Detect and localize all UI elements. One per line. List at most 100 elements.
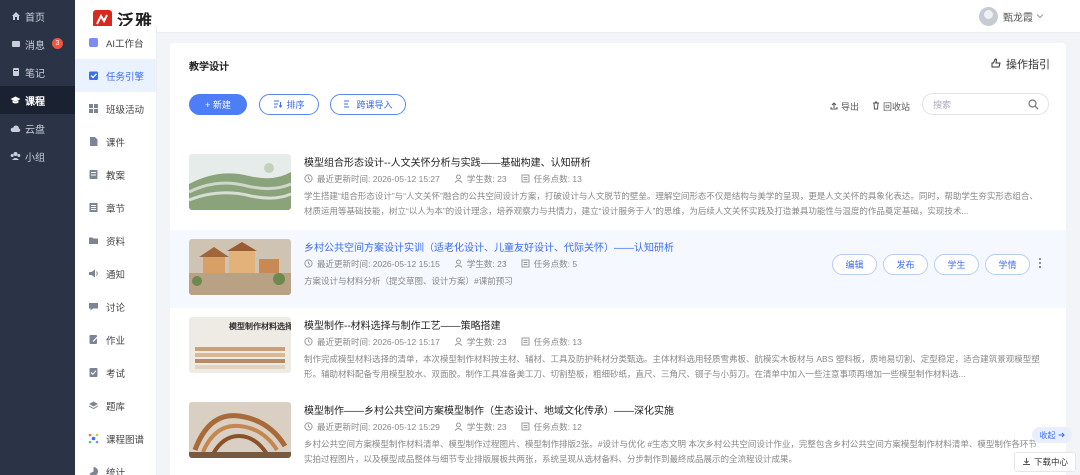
submenu-item-label: 统计 bbox=[106, 467, 126, 475]
submenu-item-task-engine[interactable]: 任务引擎 bbox=[75, 59, 156, 92]
chapter-icon bbox=[88, 202, 99, 213]
publish-button[interactable]: 发布 bbox=[883, 254, 928, 275]
nav-item-messages[interactable]: 消息 3 bbox=[0, 30, 75, 58]
import-label: 跨课导入 bbox=[356, 100, 393, 110]
graph-icon bbox=[88, 433, 99, 444]
ai-icon bbox=[88, 37, 99, 48]
search-icon bbox=[1028, 99, 1039, 112]
students-label: 学生数: bbox=[466, 337, 495, 347]
nav-item-label: 笔记 bbox=[25, 68, 45, 80]
course-row[interactable]: 模型制作材料选择 模型制作--材料选择与制作工艺——策略搭建 最近更新时间: 2… bbox=[170, 308, 1066, 386]
tasks-label: 任务点数: bbox=[533, 337, 570, 347]
updated-time: 2026-05-12 15:15 bbox=[372, 259, 440, 269]
students-label: 学生数: bbox=[466, 174, 495, 184]
search-placeholder: 搜索 bbox=[933, 99, 952, 110]
submenu-item-class-activity[interactable]: 班级活动 bbox=[75, 92, 156, 125]
user-menu[interactable]: 甄龙霞 bbox=[979, 7, 1044, 26]
trash-icon bbox=[872, 101, 880, 112]
submenu-item-question-bank[interactable]: 题库 bbox=[75, 389, 156, 422]
learning-status-button[interactable]: 学情 bbox=[985, 254, 1030, 275]
download-center-button[interactable]: 下载中心 bbox=[1014, 452, 1076, 472]
collapse-button[interactable]: 收起 bbox=[1032, 427, 1072, 443]
updated-time: 2026-05-12 15:27 bbox=[372, 174, 440, 184]
student-count: 23 bbox=[497, 422, 507, 432]
submenu-item-ai-workbench[interactable]: AI工作台 bbox=[75, 26, 156, 59]
course-thumbnail bbox=[189, 402, 291, 458]
course-row[interactable]: 模型组合形态设计--人文关怀分析与实践——基础构建、认知研析 最近更新时间: 2… bbox=[170, 145, 1066, 223]
submenu-item-statistics[interactable]: 统计 bbox=[75, 455, 156, 475]
course-title[interactable]: 乡村公共空间方案设计实训（适老化设计、儿童友好设计、代际关怀）——认知研析 bbox=[304, 239, 674, 254]
submenu-item-label: 班级活动 bbox=[106, 104, 145, 116]
submenu-item-homework[interactable]: 作业 bbox=[75, 323, 156, 356]
new-button[interactable]: + 新建 bbox=[189, 94, 247, 115]
course-submenu: AI工作台 任务引擎 班级活动 课件 教案 章节 资料 通知 讨论 作业 考试 bbox=[75, 26, 157, 475]
sort-icon bbox=[273, 100, 283, 110]
course-meta: 最近更新时间: 2026-05-12 15:27 学生数: 23 任务点数: 1… bbox=[304, 173, 596, 185]
chevron-down-icon bbox=[1036, 11, 1044, 22]
submenu-item-label: 通知 bbox=[106, 269, 126, 281]
task-icon bbox=[88, 70, 99, 81]
students-label: 学生数: bbox=[466, 259, 495, 269]
page-title: 教学设计 bbox=[189, 62, 229, 73]
recycle-label: 回收站 bbox=[883, 102, 911, 112]
course-description: 乡村公共空间方案模型制作材料清单、模型制作过程图片、模型制作排版2张。#设计与优… bbox=[304, 439, 1037, 464]
user-icon bbox=[454, 337, 463, 348]
submenu-item-courseware[interactable]: 课件 bbox=[75, 125, 156, 158]
download-label: 下载中心 bbox=[1033, 457, 1068, 467]
nav-item-group[interactable]: 小组 bbox=[0, 142, 75, 170]
course-thumbnail bbox=[189, 239, 291, 295]
course-description: 制作完成模型材料选择的清单，本次模型制作材料按主材、辅材、工具及防护耗材分类甄选… bbox=[304, 354, 1040, 379]
nav-item-label: 首页 bbox=[25, 12, 45, 24]
task-list-icon bbox=[521, 337, 530, 348]
collapse-label: 收起 bbox=[1039, 430, 1056, 440]
group-icon bbox=[10, 151, 21, 162]
submenu-item-label: 课程图谱 bbox=[106, 434, 145, 446]
course-title[interactable]: 模型制作——乡村公共空间方案模型制作（生态设计、地域文化传承）——深化实施 bbox=[304, 402, 674, 417]
nav-item-label: 云盘 bbox=[25, 124, 45, 136]
course-description: 方案设计与材料分析（提交草图、设计方案）#课前预习 bbox=[304, 276, 513, 286]
operation-guide-button[interactable]: 操作指引 bbox=[990, 56, 1050, 72]
recycle-bin-button[interactable]: 回收站 bbox=[872, 100, 910, 113]
search-input[interactable]: 搜索 bbox=[922, 93, 1049, 115]
cloud-icon bbox=[10, 123, 21, 134]
row-actions: 编辑 发布 学生 学情 bbox=[832, 254, 1042, 275]
submenu-item-discussion[interactable]: 讨论 bbox=[75, 290, 156, 323]
sort-button[interactable]: 排序 bbox=[259, 94, 319, 115]
students-button[interactable]: 学生 bbox=[934, 254, 979, 275]
nav-item-cloud[interactable]: 云盘 bbox=[0, 114, 75, 142]
submenu-item-course-graph[interactable]: 课程图谱 bbox=[75, 422, 156, 455]
submenu-item-label: 考试 bbox=[106, 368, 126, 380]
note-icon bbox=[10, 67, 21, 78]
export-button[interactable]: 导出 bbox=[830, 100, 859, 113]
nav-item-notes[interactable]: 笔记 bbox=[0, 58, 75, 86]
edit-button[interactable]: 编辑 bbox=[832, 254, 877, 275]
folder-icon bbox=[88, 235, 99, 246]
plan-icon bbox=[88, 169, 99, 180]
submenu-item-materials[interactable]: 资料 bbox=[75, 224, 156, 257]
submenu-item-notice[interactable]: 通知 bbox=[75, 257, 156, 290]
task-list-icon bbox=[521, 422, 530, 433]
course-title[interactable]: 模型制作--材料选择与制作工艺——策略搭建 bbox=[304, 317, 501, 332]
course-row[interactable]: 模型制作——乡村公共空间方案模型制作（生态设计、地域文化传承）——深化实施 最近… bbox=[170, 393, 1066, 471]
submenu-item-chapters[interactable]: 章节 bbox=[75, 191, 156, 224]
course-title[interactable]: 模型组合形态设计--人文关怀分析与实践——基础构建、认知研析 bbox=[304, 154, 591, 169]
nav-item-courses[interactable]: 课程 bbox=[0, 86, 75, 114]
submenu-item-teaching-plan[interactable]: 教案 bbox=[75, 158, 156, 191]
nav-item-label: 消息 bbox=[25, 40, 45, 52]
avatar bbox=[979, 7, 998, 26]
cross-course-import-button[interactable]: 跨课导入 bbox=[330, 94, 406, 115]
student-count: 23 bbox=[497, 174, 507, 184]
clock-icon bbox=[304, 421, 313, 433]
course-row[interactable]: 乡村公共空间方案设计实训（适老化设计、儿童友好设计、代际关怀）——认知研析 最近… bbox=[170, 230, 1066, 308]
stats-icon bbox=[88, 466, 99, 475]
student-count: 23 bbox=[497, 337, 507, 347]
user-icon bbox=[454, 174, 463, 185]
more-icon[interactable] bbox=[1038, 257, 1042, 272]
nav-item-home[interactable]: 首页 bbox=[0, 2, 75, 30]
course-icon bbox=[10, 95, 21, 106]
task-count: 13 bbox=[572, 337, 582, 347]
submenu-item-label: 章节 bbox=[106, 203, 126, 215]
submenu-item-exam[interactable]: 考试 bbox=[75, 356, 156, 389]
submenu-item-label: 题库 bbox=[106, 401, 126, 413]
main-nav: 首页 消息 3 笔记 课程 云盘 小组 bbox=[0, 0, 75, 475]
